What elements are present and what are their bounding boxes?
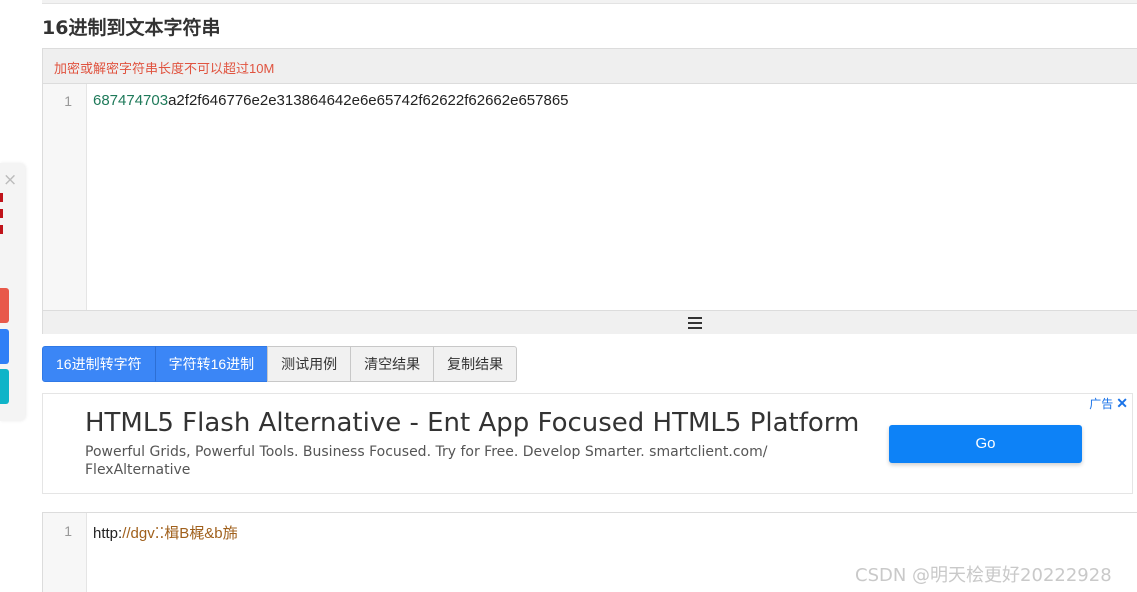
ad-tag-text: 广告 <box>1089 397 1114 411</box>
copy-result-button[interactable]: 复制结果 <box>433 346 518 382</box>
input-code-line[interactable]: 687474703a2f2f646776e2e313864642e6e65742… <box>93 92 569 109</box>
line-number: 1 <box>64 93 72 109</box>
ad-description: Powerful Grids, Powerful Tools. Business… <box>85 444 768 478</box>
action-button-group: 16进制转字符 字符转16进制 测试用例 清空结果 复制结果 <box>42 346 518 382</box>
output-code-line[interactable]: http://dgv⁚⁚楫B梶&b旆 <box>93 522 238 543</box>
top-divider-strip <box>42 0 1137 4</box>
share-button-cyan[interactable] <box>0 369 9 404</box>
ad-close-icon[interactable]: ✕ <box>1116 395 1128 412</box>
length-warning: 加密或解密字符串长度不可以超过10M <box>43 49 1137 84</box>
ad-label[interactable]: 广告 ✕ <box>1089 395 1128 412</box>
line-gutter: 1 <box>43 84 87 310</box>
floating-share-widget: × <box>0 163 25 421</box>
share-button-blue[interactable] <box>0 329 9 364</box>
menu-icon[interactable] <box>688 317 702 332</box>
line-gutter: 1 <box>43 513 87 592</box>
test-case-button[interactable]: 测试用例 <box>267 346 352 382</box>
ad-banner[interactable]: HTML5 Flash Alternative - Ent App Focuse… <box>42 393 1133 494</box>
ad-title[interactable]: HTML5 Flash Alternative - Ent App Focuse… <box>85 408 859 438</box>
line-number: 1 <box>64 523 72 539</box>
input-editor[interactable]: 1 687474703a2f2f646776e2e313864642e6e657… <box>43 84 1137 310</box>
code-decoded-token: //dgv⁚⁚楫B梶&b旆 <box>122 525 238 542</box>
close-icon[interactable]: × <box>3 172 17 189</box>
ad-go-button[interactable]: Go <box>889 425 1082 463</box>
hex-to-text-button[interactable]: 16进制转字符 <box>42 346 156 382</box>
code-numeric-token: 687474703 <box>93 92 169 109</box>
share-button-red[interactable] <box>0 288 9 323</box>
editor-resize-handle[interactable] <box>43 310 1137 334</box>
widget-logo-fragment <box>0 193 3 235</box>
input-panel: 加密或解密字符串长度不可以超过10M 1 687474703a2f2f64677… <box>42 48 1137 334</box>
text-to-hex-button[interactable]: 字符转16进制 <box>154 346 269 382</box>
code-scheme-token: http: <box>93 525 123 542</box>
code-text-token: a2f2f646776e2e313864642e6e65742f62622f62… <box>168 92 569 109</box>
page-title: 16进制到文本字符串 <box>42 17 221 39</box>
csdn-watermark: CSDN @明天桧更好20222928 <box>855 565 1112 586</box>
clear-result-button[interactable]: 清空结果 <box>350 346 435 382</box>
